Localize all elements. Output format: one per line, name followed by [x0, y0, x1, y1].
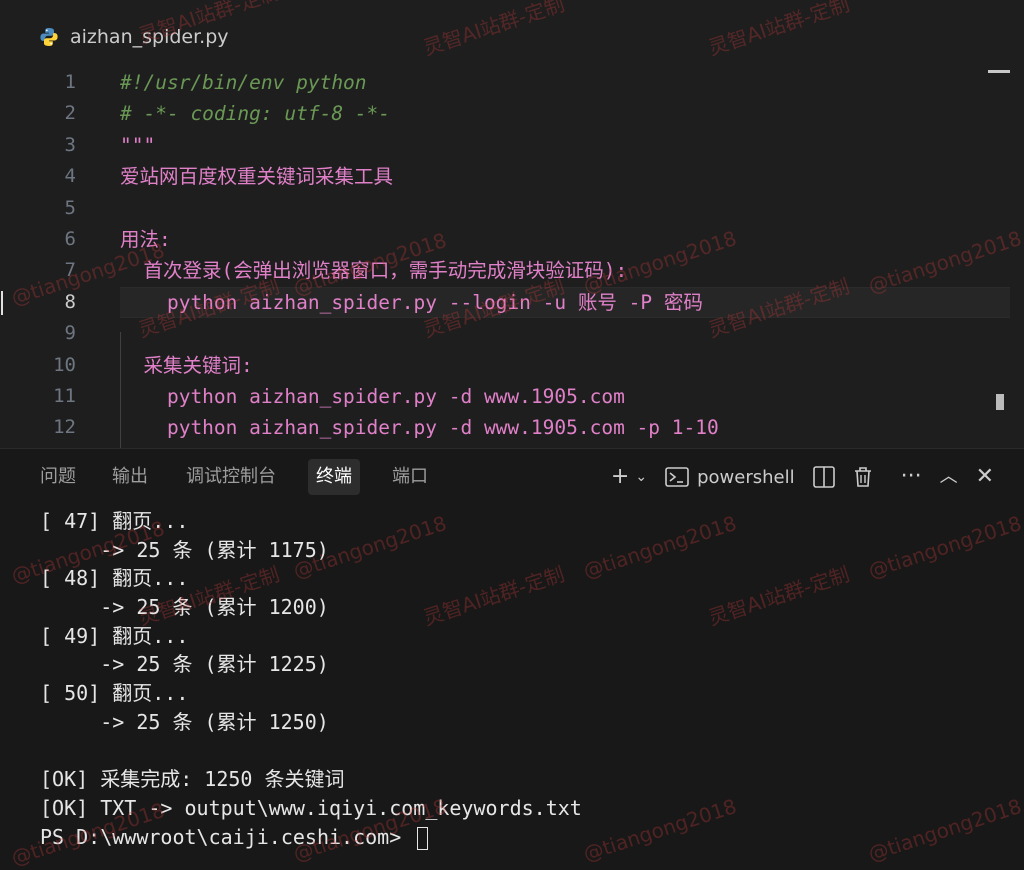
- code-text: python aizhan_spider.py -d www.1905.com: [120, 385, 625, 408]
- code-line[interactable]: 11 python aizhan_spider.py -d www.1905.c…: [0, 381, 1024, 412]
- tab-output[interactable]: 输出: [104, 459, 156, 495]
- line-number: 1: [64, 71, 76, 93]
- code-editor[interactable]: 1 #!/usr/bin/env python 2 # -*- coding: utf…: [0, 64, 1024, 448]
- bottom-panel: 问题 输出 调试控制台 终端 端口 + ⌄ powershell ··· ︿ ✕…: [0, 448, 1024, 870]
- split-icon[interactable]: [812, 466, 835, 488]
- tab-problems[interactable]: 问题: [32, 459, 84, 495]
- line-number: 4: [64, 165, 76, 188]
- code-line[interactable]: 1 #!/usr/bin/env python: [0, 67, 1024, 98]
- close-icon[interactable]: ✕: [976, 461, 994, 493]
- code-line[interactable]: 4 爱站网百度权重关键词采集工具: [0, 161, 1024, 192]
- line-number: 2: [64, 102, 76, 125]
- line-number: 11: [53, 385, 76, 407]
- code-text: python aizhan_spider.py -d www.1905.com …: [120, 416, 719, 440]
- terminal-cursor: [417, 826, 429, 850]
- code-line[interactable]: 7 首次登录(会弹出浏览器窗口，需手动完成滑块验证码):: [0, 255, 1024, 286]
- code-text: """: [120, 133, 156, 157]
- code-line[interactable]: 12 python aizhan_spider.py -d www.1905.c…: [0, 412, 1024, 443]
- code-line[interactable]: 8 python aizhan_spider.py --login -u 账号 …: [0, 287, 1024, 318]
- code-text: 首次登录(会弹出浏览器窗口，需手动完成滑块验证码):: [120, 259, 628, 283]
- terminal-line: [ 50] 翻页...: [40, 681, 189, 706]
- scrollbar-thumb[interactable]: [996, 394, 1004, 410]
- line-number: 7: [64, 259, 76, 282]
- terminal-line: -> 25 条 (累计 1200): [40, 595, 329, 620]
- code-line[interactable]: 6 用法:: [0, 224, 1024, 255]
- line-number: 9: [64, 322, 76, 345]
- code-text: 爱站网百度权重关键词采集工具: [120, 165, 394, 189]
- line-number: 3: [64, 133, 76, 156]
- terminal-prompt-line[interactable]: PS D:\wwwroot\caiji.ceshi.com>: [40, 823, 1010, 852]
- code-text: #!/usr/bin/env python: [120, 71, 367, 94]
- minimap-marker[interactable]: [988, 70, 1010, 73]
- code-text: 采集关键词:: [120, 353, 253, 377]
- python-icon: [38, 26, 60, 48]
- terminal-prompt: PS D:\wwwroot\caiji.ceshi.com>: [40, 824, 414, 849]
- code-text: # -*- coding: utf-8 -*-: [120, 102, 391, 126]
- terminal-line: -> 25 条 (累计 1225): [40, 652, 329, 677]
- maximize-icon[interactable]: ︿: [940, 461, 958, 493]
- code-text: python aizhan_spider.py --login -u 账号 -P…: [120, 290, 703, 314]
- panel-tab-bar: 问题 输出 调试控制台 终端 端口 + ⌄ powershell ··· ︿ ✕: [0, 449, 1024, 505]
- panel-actions: + ⌄ powershell ··· ︿ ✕: [611, 461, 994, 493]
- more-icon[interactable]: ···: [901, 461, 922, 493]
- line-number: 5: [64, 196, 76, 219]
- terminal-line: [ 48] 翻页...: [40, 566, 189, 591]
- code-line[interactable]: 5: [0, 193, 1024, 224]
- tab-debug-console[interactable]: 调试控制台: [178, 459, 284, 495]
- trash-icon[interactable]: [853, 466, 873, 488]
- terminal-icon: [665, 467, 689, 487]
- code-line[interactable]: 2 # -*- coding: utf-8 -*-: [0, 98, 1024, 129]
- terminal-output[interactable]: [ 47] 翻页... -> 25 条 (累计 1175) [ 48] 翻页...…: [40, 507, 1010, 851]
- terminal-shell-selector[interactable]: powershell: [665, 466, 795, 488]
- add-terminal-icon[interactable]: +: [611, 461, 629, 493]
- terminal-line: [OK] 采集完成: 1250 条关键词: [40, 767, 345, 792]
- code-text: 用法:: [120, 228, 171, 251]
- line-number: 6: [64, 228, 76, 250]
- terminal-line: -> 25 条 (累计 1250): [40, 709, 329, 734]
- tab-terminal[interactable]: 终端: [308, 459, 360, 495]
- terminal-line: [ 47] 翻页...: [40, 509, 189, 533]
- terminal-line: -> 25 条 (累计 1175): [40, 537, 329, 562]
- editor-tab-bar: aizhan_spider.py: [0, 0, 1024, 64]
- shell-label: powershell: [697, 466, 795, 488]
- code-line[interactable]: 9: [0, 318, 1024, 349]
- editor-tab[interactable]: aizhan_spider.py: [38, 26, 229, 48]
- code-line[interactable]: 3 """: [0, 130, 1024, 161]
- line-number: 8: [64, 290, 76, 313]
- chevron-down-icon[interactable]: ⌄: [635, 461, 647, 493]
- terminal-line: [OK] TXT -> output\www.iqiyi.com_keyword…: [40, 795, 582, 820]
- tab-ports[interactable]: 端口: [384, 459, 436, 495]
- code-line[interactable]: 10 采集关键词:: [0, 350, 1024, 381]
- editor-tab-label: aizhan_spider.py: [70, 26, 229, 48]
- terminal-line: [ 49] 翻页...: [40, 623, 189, 648]
- line-number: 10: [53, 353, 76, 376]
- line-number: 12: [53, 416, 76, 439]
